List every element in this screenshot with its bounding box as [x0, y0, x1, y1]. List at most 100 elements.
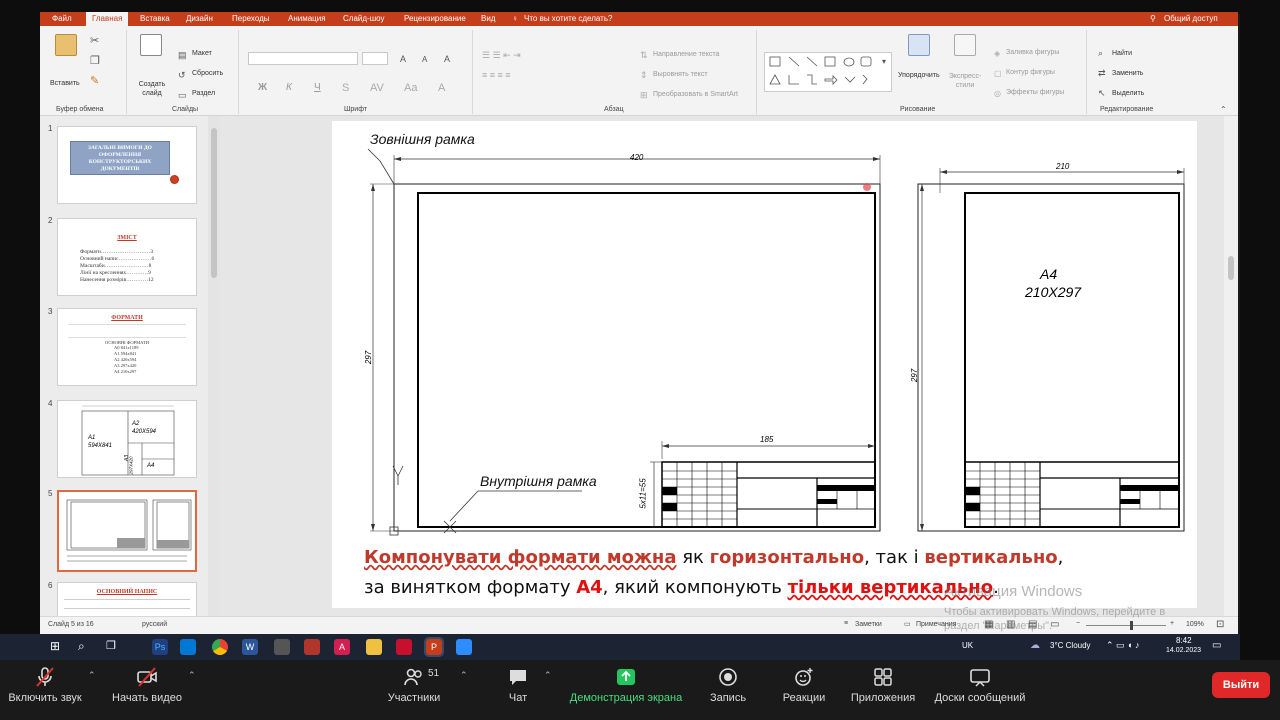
editor-scrollbar[interactable] [1224, 116, 1238, 616]
tab-transitions[interactable]: Переходы [232, 14, 270, 23]
clock-time[interactable]: 8:42 [1176, 636, 1192, 645]
shape-outline-button[interactable]: Контур фигуры [1006, 69, 1055, 76]
slide-thumbnail-2[interactable]: ЗМІСТ Формати………………………3 Основний напис……… [57, 218, 197, 296]
tab-file[interactable]: Файл [52, 14, 72, 23]
clear-format-icon[interactable]: A [444, 54, 450, 65]
find-button[interactable]: Найти [1112, 50, 1132, 57]
tab-insert[interactable]: Вставка [140, 14, 170, 23]
current-slide[interactable]: Зовнішня рамка Внутрішня рамка 420 297 1… [332, 121, 1197, 608]
arrange-icon[interactable] [908, 34, 930, 56]
tell-me-search[interactable]: Что вы хотите сделать? [524, 14, 612, 23]
acrobat-icon[interactable]: A [334, 639, 350, 655]
chevron-up-icon[interactable]: ⌃ [544, 670, 552, 681]
reset-button[interactable]: Сбросить [192, 70, 223, 77]
new-slide-button[interactable]: Создать слайд [136, 80, 168, 98]
shrink-font-icon[interactable]: A [422, 54, 427, 65]
quick-styles-button[interactable]: Экспресс-стили [948, 72, 982, 90]
formats-diagram [81, 405, 175, 476]
word-icon[interactable]: W [242, 639, 258, 655]
tab-home[interactable]: Главная [86, 12, 129, 26]
format-painter-icon[interactable]: ✎ [90, 76, 99, 87]
language-indicator[interactable]: русский [142, 621, 167, 628]
slide-thumbnail-4[interactable]: А1 594Х841 А2 420Х594 А3 297Х420 А4 [57, 400, 197, 478]
grow-font-icon[interactable]: A [400, 54, 406, 65]
cut-icon[interactable]: ✂ [90, 36, 99, 47]
chevron-down-icon[interactable]: ▾ [882, 56, 886, 67]
align-icon[interactable]: ≡ ≡ ≡ ≡ [482, 70, 511, 81]
keyboard-language[interactable]: UK [962, 641, 973, 650]
chrome-icon[interactable] [212, 639, 228, 655]
tray-icons[interactable]: ⌃ ▭ ◖ ♪ [1106, 640, 1139, 651]
notes-button[interactable]: Заметки [855, 621, 882, 628]
underline-button[interactable]: Ч [314, 82, 321, 93]
tab-design[interactable]: Дизайн [186, 14, 213, 23]
chat-button[interactable]: Чат [500, 666, 536, 704]
chevron-up-icon[interactable]: ⌃ [188, 670, 196, 681]
shapes-gallery[interactable] [764, 52, 892, 92]
text-direction-button[interactable]: Направление текста [653, 51, 719, 58]
start-video-button[interactable]: Начать видео [110, 666, 184, 704]
replace-button[interactable]: Заменить [1112, 70, 1143, 77]
thumbnails-scrollbar[interactable] [208, 116, 220, 616]
unmute-button[interactable]: Включить звук [6, 666, 84, 704]
shadow-icon[interactable]: S [342, 83, 349, 94]
fit-slide-icon[interactable]: ⊡ [1216, 619, 1224, 630]
file-explorer-icon[interactable] [366, 639, 382, 655]
select-button[interactable]: Выделить [1112, 90, 1144, 97]
clock-date[interactable]: 14.02.2023 [1166, 647, 1201, 654]
copy-icon[interactable]: ❐ [90, 56, 100, 67]
bold-button[interactable]: Ж [258, 82, 267, 93]
notification-icon[interactable]: ▭ [1212, 640, 1221, 651]
search-icon[interactable]: ⌕ [78, 639, 94, 655]
font-size-field[interactable] [362, 52, 388, 65]
windows-start-icon[interactable]: ⊞ [50, 639, 66, 655]
edge-icon[interactable] [180, 639, 196, 655]
record-button[interactable]: Запись [704, 666, 752, 704]
spacing-icon[interactable]: AV [370, 83, 384, 94]
case-icon[interactable]: Aa [404, 83, 417, 94]
new-slide-icon[interactable] [140, 34, 162, 56]
slide-thumbnail-1[interactable]: ЗАГАЛЬНІ ВИМОГИ ДО ОФОРМЛЕННЯ КОНСТРУКТО… [57, 126, 197, 204]
tab-view[interactable]: Вид [481, 14, 495, 23]
scroll-thumb[interactable] [1228, 256, 1234, 280]
quick-styles-icon[interactable] [954, 34, 976, 56]
app-icon[interactable] [304, 639, 320, 655]
whiteboards-button[interactable]: Доски сообщений [930, 666, 1030, 704]
weather-text[interactable]: 3°C Cloudy [1050, 641, 1091, 650]
paste-icon[interactable] [55, 34, 77, 56]
font-color-icon[interactable]: A [438, 83, 445, 94]
apps-button[interactable]: Приложения [846, 666, 920, 704]
layout-button[interactable]: Макет [192, 50, 212, 57]
section-button[interactable]: Раздел [192, 90, 215, 97]
photoshop-icon[interactable]: Ps [152, 639, 168, 655]
scroll-thumb[interactable] [211, 128, 217, 278]
tab-animation[interactable]: Анимация [288, 14, 326, 23]
collapse-ribbon-icon[interactable]: ⌃ [1220, 104, 1227, 115]
shape-effects-button[interactable]: Эффекты фигуры [1006, 89, 1064, 96]
italic-button[interactable]: К [286, 82, 292, 93]
tab-slideshow[interactable]: Слайд-шоу [343, 14, 384, 23]
paste-button[interactable]: Вставить [50, 80, 80, 87]
bullets-icon[interactable]: ☰ ☰ ⇤ ⇥ [482, 50, 521, 61]
zoom-in-icon[interactable]: + [1170, 620, 1174, 627]
align-text-button[interactable]: Выровнять текст [653, 71, 708, 78]
share-screen-button[interactable]: Демонстрация экрана [566, 666, 686, 704]
task-view-icon[interactable]: ❐ [106, 639, 122, 655]
tab-review[interactable]: Рецензирование [404, 14, 466, 23]
reactions-button[interactable]: Реакции [778, 666, 830, 704]
slide-thumbnail-5[interactable] [57, 490, 197, 572]
smartart-button[interactable]: Преобразовать в SmartArt [653, 91, 738, 98]
app-icon[interactable] [274, 639, 290, 655]
powerpoint-icon[interactable]: P [424, 637, 444, 657]
pdf-icon[interactable] [396, 639, 412, 655]
share-button[interactable]: Общий доступ [1164, 14, 1218, 23]
arrange-button[interactable]: Упорядочить [898, 72, 940, 79]
zoom-level[interactable]: 109% [1186, 621, 1204, 628]
chevron-up-icon[interactable]: ⌃ [460, 670, 468, 681]
shape-fill-button[interactable]: Заливка фигуры [1006, 49, 1059, 56]
zoom-app-icon[interactable] [456, 639, 472, 655]
leave-meeting-button[interactable]: Выйти [1212, 672, 1270, 698]
chevron-up-icon[interactable]: ⌃ [88, 670, 96, 681]
font-family-field[interactable] [248, 52, 358, 65]
slide-thumbnail-3[interactable]: ФОРМАТИ ОСНОВНІ ФОРМАТИ А0 841х1189 А1 5… [57, 308, 197, 386]
